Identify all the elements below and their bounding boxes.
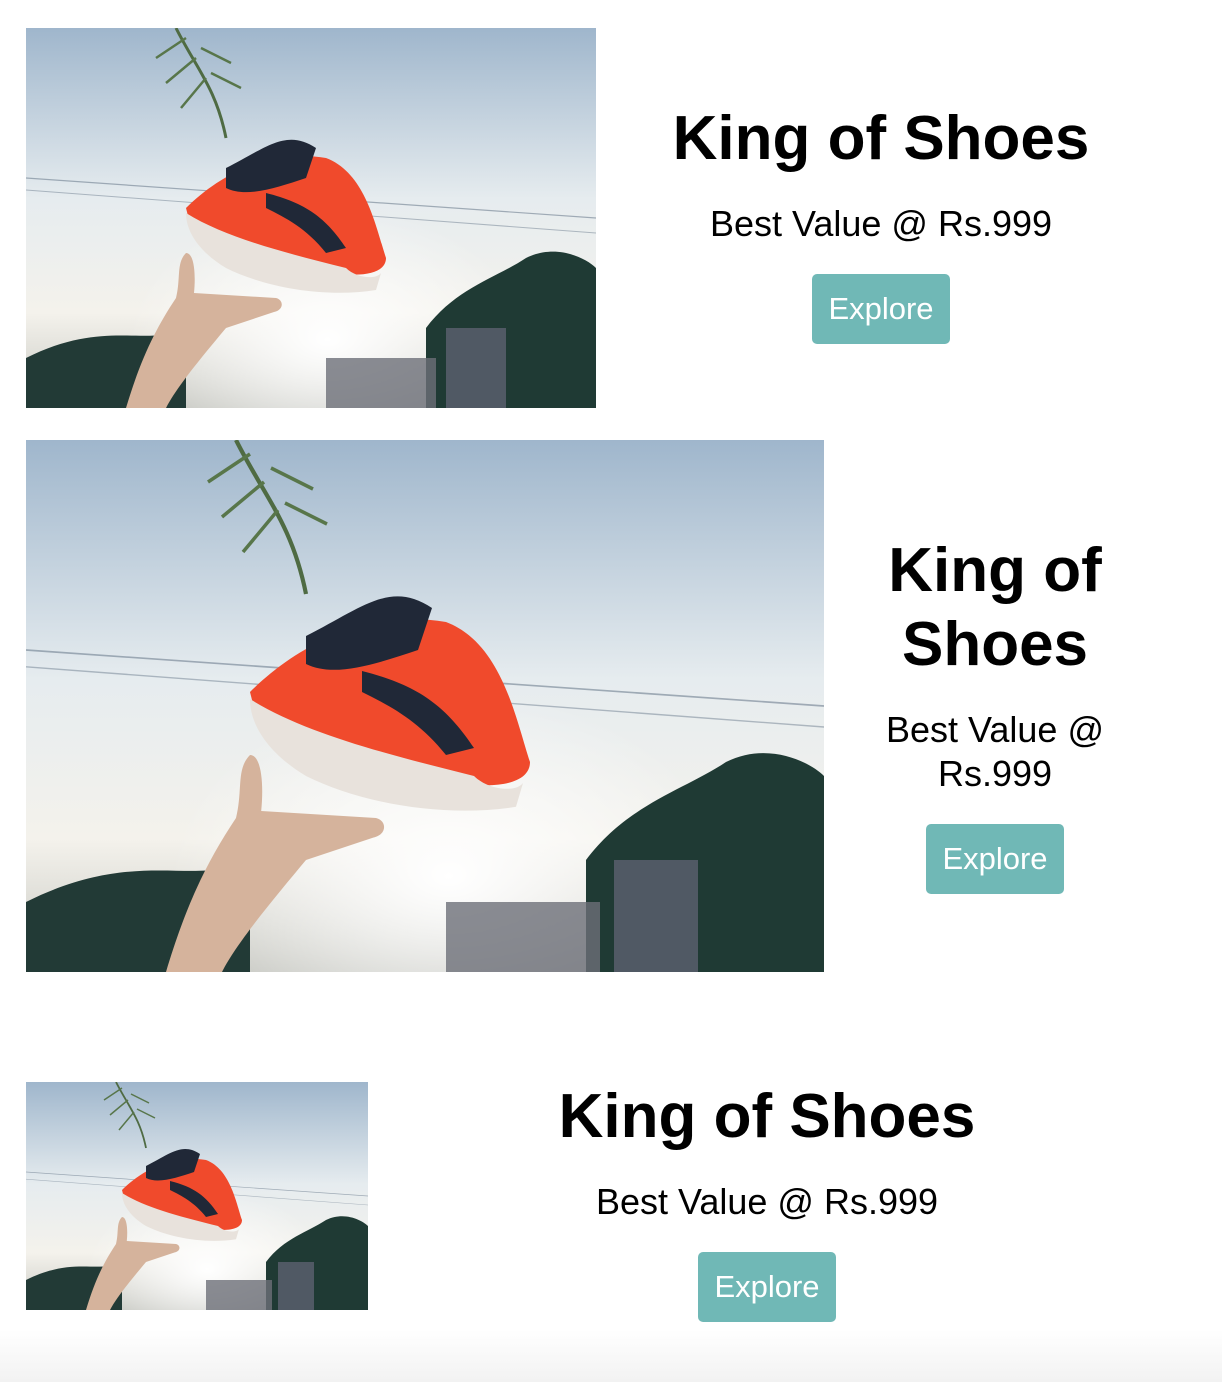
product-photo bbox=[26, 440, 824, 972]
product-page: King of Shoes Best Value @ Rs.999 Explor… bbox=[0, 0, 1222, 1382]
bottom-fade-overlay bbox=[0, 1330, 1222, 1382]
product-title: King of Shoes bbox=[888, 535, 1102, 679]
sneaker-photo-image bbox=[26, 440, 824, 972]
explore-button[interactable]: Explore bbox=[812, 274, 950, 344]
sneaker-photo-image bbox=[26, 28, 596, 408]
product-price-text: Best Value @ Rs.999 bbox=[709, 203, 1053, 244]
explore-button[interactable]: Explore bbox=[926, 824, 1064, 894]
product-price-text: Best Value @ Rs.999 bbox=[886, 709, 1104, 794]
sneaker-photo-image bbox=[26, 1082, 368, 1310]
product-photo bbox=[26, 28, 596, 408]
product-title: King of Shoes bbox=[672, 103, 1090, 173]
product-price-text: Best Value @ Rs.999 bbox=[595, 1181, 939, 1222]
product-photo bbox=[26, 1082, 368, 1310]
explore-button[interactable]: Explore bbox=[698, 1252, 836, 1322]
product-title: King of Shoes bbox=[558, 1081, 976, 1151]
